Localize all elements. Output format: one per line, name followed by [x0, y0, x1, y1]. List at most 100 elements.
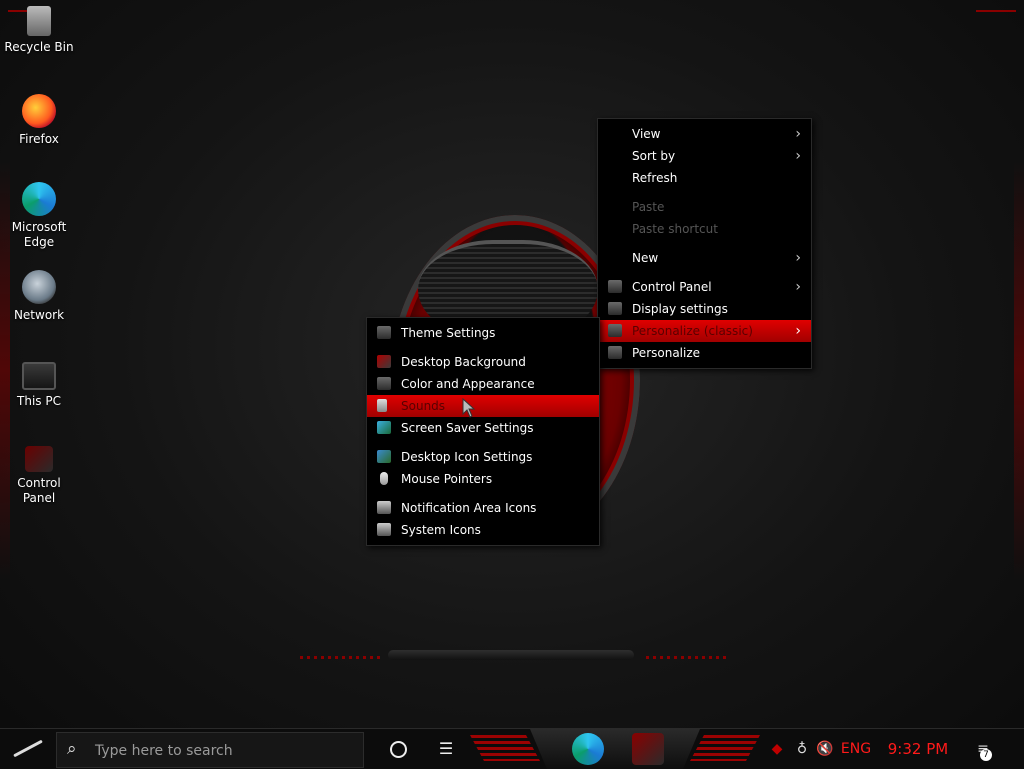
- menu-item-display-settings[interactable]: Display settings: [598, 298, 811, 320]
- personalize-classic-submenu: Theme Settings Desktop Background Color …: [366, 317, 600, 546]
- menu-item-label: Notification Area Icons: [401, 501, 537, 515]
- taskbar-search-box[interactable]: ⌕ Type here to search: [56, 732, 364, 768]
- desktop-icon-label: Firefox: [19, 132, 59, 146]
- taskbar-rog-app-icon[interactable]: [632, 733, 664, 765]
- volume-muted-icon[interactable]: 🔇: [814, 729, 836, 769]
- menu-item-label: Control Panel: [632, 280, 712, 294]
- chevron-right-icon: ›: [795, 279, 801, 295]
- submenu-item-notification-area-icons[interactable]: Notification Area Icons: [367, 497, 599, 519]
- menu-separator: [367, 439, 599, 446]
- submenu-item-color-and-appearance[interactable]: Color and Appearance: [367, 373, 599, 395]
- task-view-button[interactable]: ☰: [428, 729, 464, 769]
- menu-item-personalize-classic[interactable]: Personalize (classic) ›: [598, 320, 811, 342]
- submenu-item-desktop-background[interactable]: Desktop Background: [367, 351, 599, 373]
- submenu-item-screen-saver-settings[interactable]: Screen Saver Settings: [367, 417, 599, 439]
- chevron-right-icon: ›: [795, 148, 801, 164]
- start-button[interactable]: [0, 729, 54, 769]
- personalize-classic-icon: [608, 324, 622, 337]
- desktop-context-menu: View › Sort by › Refresh Paste Paste short…: [597, 118, 812, 369]
- menu-item-label: Sort by: [632, 149, 676, 163]
- menu-item-label: Color and Appearance: [401, 377, 535, 391]
- desktop-icon-this-pc[interactable]: This PC: [0, 356, 78, 409]
- network-icon: [22, 270, 56, 304]
- menu-item-label: Desktop Background: [401, 355, 526, 369]
- system-icons-icon: [377, 523, 391, 536]
- chevron-right-icon: ›: [795, 323, 801, 339]
- language-indicator[interactable]: ENG: [836, 729, 876, 769]
- menu-separator: [367, 344, 599, 351]
- taskbar-decoration: [690, 735, 760, 761]
- menu-item-label: View: [632, 127, 661, 141]
- desktop-icon-recycle-bin[interactable]: Recycle Bin: [0, 6, 78, 55]
- desktop-icon-microsoft-edge[interactable]: Microsoft Edge: [0, 182, 78, 250]
- control-panel-icon: [608, 280, 622, 293]
- taskbar-decoration: [470, 735, 540, 761]
- menu-item-label: System Icons: [401, 523, 481, 537]
- desktop-icon-network[interactable]: Network: [0, 270, 78, 323]
- menu-item-label: Refresh: [632, 171, 678, 185]
- notification-count-badge: 7: [980, 749, 992, 761]
- menu-item-label: Paste: [632, 200, 665, 214]
- speaker-icon: [377, 399, 387, 412]
- menu-item-personalize[interactable]: Personalize: [598, 342, 811, 364]
- cortana-icon: [389, 741, 407, 758]
- menu-item-sort-by[interactable]: Sort by ›: [598, 145, 811, 167]
- this-pc-icon: [22, 362, 56, 390]
- mouse-icon: [380, 472, 388, 485]
- wallpaper-corner-mark: [976, 10, 1016, 12]
- menu-item-paste-shortcut: Paste shortcut: [598, 218, 811, 240]
- chevron-right-icon: ›: [795, 250, 801, 266]
- recycle-bin-icon: [27, 6, 51, 36]
- submenu-item-theme-settings[interactable]: Theme Settings: [367, 322, 599, 344]
- menu-item-label: Personalize (classic): [632, 324, 753, 338]
- wallpaper-dots: [300, 656, 380, 659]
- taskbar-clock[interactable]: 9:32 PM: [880, 729, 956, 769]
- menu-separator: [598, 240, 811, 247]
- search-icon: ⌕: [67, 739, 77, 759]
- desktop-icon-settings-icon: [377, 450, 391, 463]
- control-panel-icon: [25, 446, 53, 472]
- desktop-icon-label: Network: [13, 308, 65, 322]
- desktop-icon-label: Control Panel: [17, 476, 61, 505]
- submenu-item-mouse-pointers[interactable]: Mouse Pointers: [367, 468, 599, 490]
- menu-item-label: Mouse Pointers: [401, 472, 493, 486]
- menu-item-control-panel[interactable]: Control Panel ›: [598, 276, 811, 298]
- screen-saver-icon: [377, 421, 391, 434]
- desktop-icon-label: This PC: [17, 394, 61, 408]
- menu-item-label: Paste shortcut: [632, 222, 718, 236]
- wallpaper-right-accent: [1014, 160, 1024, 580]
- mouse-cursor-icon: [462, 398, 476, 418]
- desktop-icon-control-panel[interactable]: Control Panel: [0, 446, 78, 506]
- wallpaper-dots: [646, 656, 726, 659]
- submenu-item-system-icons[interactable]: System Icons: [367, 519, 599, 541]
- menu-item-label: Screen Saver Settings: [401, 421, 534, 435]
- desktop-icon-firefox[interactable]: Firefox: [0, 94, 78, 147]
- color-appearance-icon: [377, 377, 391, 390]
- menu-item-new[interactable]: New ›: [598, 247, 811, 269]
- search-placeholder: Type here to search: [95, 743, 233, 759]
- menu-item-view[interactable]: View ›: [598, 123, 811, 145]
- menu-item-label: Personalize: [632, 346, 701, 360]
- submenu-item-sounds[interactable]: Sounds: [367, 395, 599, 417]
- submenu-item-desktop-icon-settings[interactable]: Desktop Icon Settings: [367, 446, 599, 468]
- menu-separator: [598, 189, 811, 196]
- menu-separator: [367, 490, 599, 497]
- start-logo-icon: [13, 739, 43, 758]
- menu-item-label: New: [632, 251, 659, 265]
- taskbar-center-plate: [530, 729, 700, 769]
- menu-item-refresh[interactable]: Refresh: [598, 167, 811, 189]
- menu-item-label: Sounds: [401, 399, 446, 413]
- taskbar: ⌕ Type here to search ☰ ◆ ♁ 🔇 ENG 9:32 P…: [0, 728, 1024, 769]
- tray-rog-shield-icon[interactable]: ◆: [764, 729, 790, 769]
- display-settings-icon: [608, 302, 622, 315]
- chevron-right-icon: ›: [795, 126, 801, 142]
- task-view-icon: ☰: [438, 739, 454, 758]
- menu-item-label: Display settings: [632, 302, 728, 316]
- taskbar-edge-icon[interactable]: [572, 733, 604, 765]
- desktop-icon-label: Recycle Bin: [4, 40, 74, 54]
- wallpaper-bar: [388, 650, 634, 660]
- cortana-button[interactable]: [380, 729, 416, 769]
- edge-icon: [22, 182, 56, 216]
- network-globe-icon[interactable]: ♁: [790, 729, 814, 769]
- firefox-icon: [22, 94, 56, 128]
